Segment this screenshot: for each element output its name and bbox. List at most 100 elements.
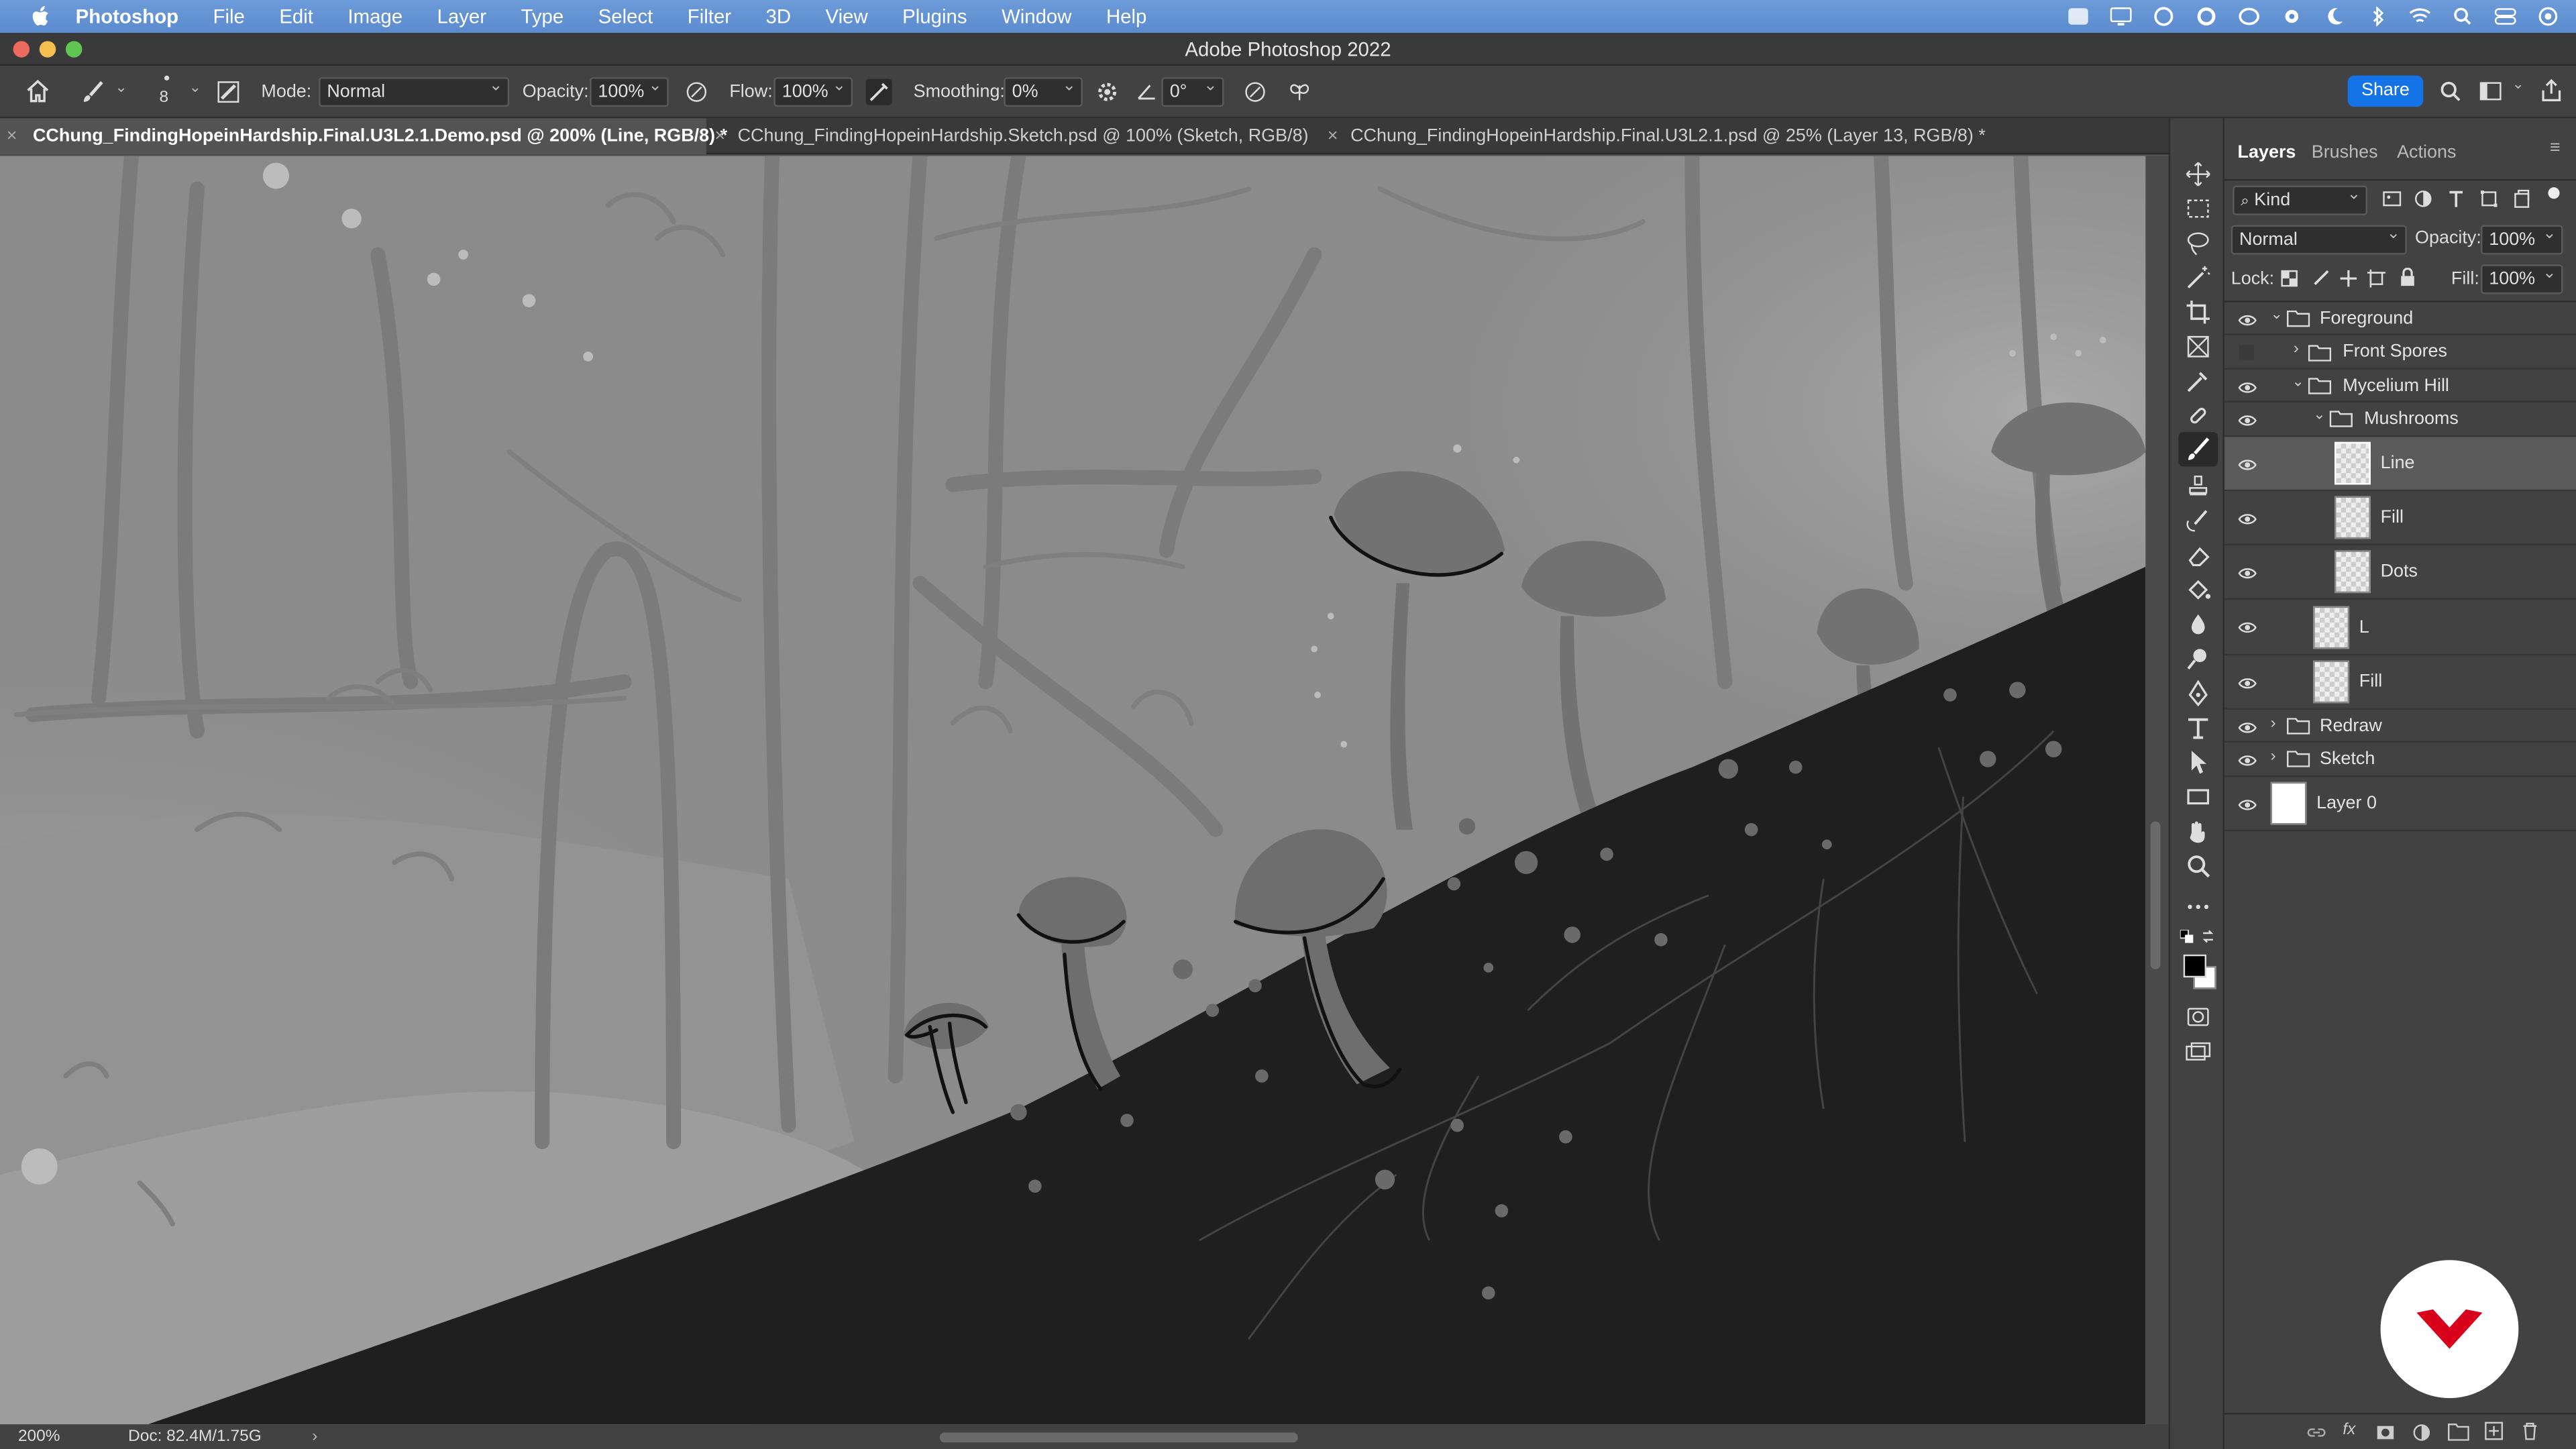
path-selection-tool-icon[interactable] — [2185, 749, 2211, 775]
smoothing-input[interactable]: 0% — [1004, 74, 1083, 107]
layer-style-fx-icon[interactable]: fx — [2343, 1421, 2355, 1439]
lock-position-icon[interactable] — [2339, 270, 2357, 288]
crop-tool-icon[interactable] — [2185, 299, 2211, 325]
visibility-eye-icon[interactable] — [2238, 751, 2257, 770]
eraser-tool-icon[interactable] — [2185, 542, 2211, 568]
visibility-eye-icon[interactable] — [2238, 411, 2257, 430]
move-tool-icon[interactable] — [2185, 161, 2211, 187]
display-icon[interactable] — [2110, 7, 2133, 26]
mode-select[interactable]: Normal — [319, 74, 510, 107]
layer-row-redraw[interactable]: › Redraw — [2224, 710, 2576, 743]
moon-icon[interactable] — [2323, 7, 2346, 26]
brush-tool-icon[interactable] — [2185, 437, 2211, 463]
blur-tool-icon[interactable] — [2185, 611, 2211, 637]
hand-tool-icon[interactable] — [2185, 818, 2211, 845]
frame-tool-icon[interactable] — [2185, 333, 2211, 360]
share-export-icon[interactable] — [2540, 78, 2563, 102]
menu-select[interactable]: Select — [598, 5, 653, 28]
menu-layer[interactable]: Layer — [437, 5, 487, 28]
home-icon[interactable] — [25, 79, 51, 104]
brush-size-label[interactable]: 8 — [160, 89, 169, 107]
layer-row-front-spores[interactable]: › Front Spores — [2224, 335, 2576, 370]
control-center-icon[interactable] — [2494, 7, 2517, 26]
edit-toolbar-icon[interactable] — [2185, 894, 2211, 920]
pen-tool-icon[interactable] — [2185, 680, 2211, 707]
share-button[interactable]: Share — [2347, 75, 2424, 107]
layer-row-line[interactable]: Line — [2224, 437, 2576, 492]
expand-chevron-icon[interactable]: ⌄ — [2271, 306, 2283, 324]
layer-row-mushrooms[interactable]: ⌄ Mushrooms — [2224, 402, 2576, 437]
menu-plugins[interactable]: Plugins — [902, 5, 967, 28]
menu-photoshop[interactable]: Photoshop — [76, 5, 178, 28]
layer-row-fill[interactable]: Fill — [2224, 491, 2576, 546]
brush-settings-panel-icon[interactable] — [217, 80, 239, 103]
spotlight-search-icon[interactable] — [2451, 7, 2474, 26]
healing-brush-tool-icon[interactable] — [2185, 402, 2211, 429]
expand-chevron-icon[interactable]: ⌄ — [2292, 373, 2304, 391]
dodge-tool-icon[interactable] — [2185, 645, 2211, 672]
pressure-size-icon[interactable] — [1244, 80, 1267, 103]
quick-mask-icon[interactable] — [2185, 1004, 2211, 1030]
symmetry-butterfly-icon[interactable] — [1288, 80, 1311, 103]
horizontal-scroll-thumb[interactable] — [939, 1432, 1298, 1443]
history-brush-tool-icon[interactable] — [2185, 508, 2211, 534]
menu-help[interactable]: Help — [1106, 5, 1146, 28]
new-group-icon[interactable] — [2448, 1423, 2469, 1441]
expand-chevron-icon[interactable]: ⌄ — [2313, 406, 2325, 424]
menu-file[interactable]: File — [213, 5, 245, 28]
filter-adjustment-icon[interactable] — [2414, 189, 2433, 209]
layer-row-mycelium-hill[interactable]: ⌄ Mycelium Hill — [2224, 370, 2576, 403]
expand-chevron-icon[interactable]: › — [2294, 340, 2299, 358]
swap-colors-icon[interactable] — [2202, 930, 2215, 943]
expand-chevron-icon[interactable]: › — [2271, 747, 2276, 765]
vertical-scroll-thumb[interactable] — [2150, 821, 2161, 969]
foreground-color-swatch[interactable] — [2183, 954, 2207, 978]
tab-actions[interactable]: Actions — [2397, 143, 2456, 162]
vertical-scrollbar[interactable] — [2145, 156, 2169, 1425]
document-canvas[interactable] — [0, 156, 2146, 1425]
expand-chevron-icon[interactable]: › — [2271, 714, 2276, 733]
close-tab-icon[interactable]: × — [1328, 118, 1338, 154]
menu-filter[interactable]: Filter — [688, 5, 731, 28]
menu-window[interactable]: Window — [1002, 5, 1072, 28]
layer-opacity-input[interactable]: 100% — [2480, 222, 2563, 255]
close-tab-icon[interactable]: × — [714, 118, 725, 154]
visibility-eye-icon[interactable] — [2238, 795, 2257, 814]
layer-row-fill-2[interactable]: Fill — [2224, 655, 2576, 710]
type-tool-icon[interactable] — [2185, 714, 2211, 741]
adjustment-layer-icon[interactable] — [2412, 1423, 2431, 1442]
menu-image[interactable]: Image — [347, 5, 402, 28]
menu-edit[interactable]: Edit — [279, 5, 313, 28]
flow-input[interactable]: 100% — [773, 74, 853, 107]
eyedropper-tool-icon[interactable] — [2185, 368, 2211, 394]
vpn-icon[interactable] — [2238, 7, 2261, 26]
visibility-eye-icon[interactable] — [2238, 509, 2257, 529]
visibility-eye-icon[interactable] — [2238, 674, 2257, 693]
visibility-eye-icon[interactable] — [2238, 311, 2257, 330]
brush-preset-icon[interactable] — [82, 80, 105, 103]
visibility-off-box[interactable] — [2239, 345, 2255, 360]
fill-input[interactable]: 100% — [2480, 261, 2563, 294]
marquee-tool-icon[interactable] — [2185, 195, 2211, 221]
brush-angle-input[interactable]: 0° — [1161, 74, 1224, 107]
status-menu-chevron-icon[interactable]: › — [312, 1424, 317, 1449]
screen-mode-icon[interactable] — [2185, 1040, 2211, 1066]
brush-size-dropdown-icon[interactable]: ⌄ — [189, 79, 201, 97]
menu-3d[interactable]: 3D — [766, 5, 792, 28]
lock-artboard-icon[interactable] — [2367, 269, 2385, 288]
close-tab-icon[interactable]: × — [7, 118, 17, 154]
visibility-eye-icon[interactable] — [2238, 564, 2257, 583]
menu-type[interactable]: Type — [521, 5, 564, 28]
lasso-tool-icon[interactable] — [2185, 230, 2211, 256]
link-layers-icon[interactable] — [2306, 1423, 2326, 1442]
add-mask-icon[interactable] — [2375, 1423, 2395, 1442]
lock-image-icon[interactable] — [2312, 270, 2330, 288]
tab-brushes[interactable]: Brushes — [2312, 143, 2378, 162]
workspace-dropdown-icon[interactable]: ⌄ — [2512, 76, 2524, 94]
search-icon[interactable] — [2440, 80, 2461, 102]
new-layer-icon[interactable] — [2484, 1421, 2504, 1440]
tab-layers[interactable]: Layers — [2238, 143, 2296, 162]
apple-icon[interactable] — [30, 5, 52, 28]
wifi-icon[interactable] — [2408, 7, 2431, 26]
layer-row-l[interactable]: L — [2224, 600, 2576, 656]
